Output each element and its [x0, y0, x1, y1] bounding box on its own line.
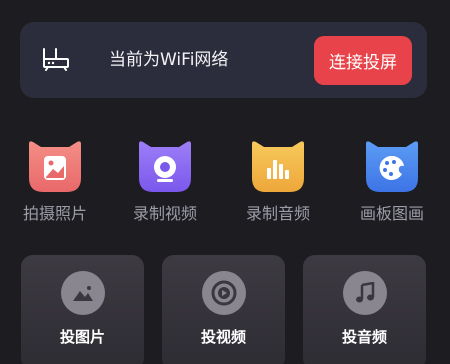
tool-label: 录制音频	[245, 204, 310, 223]
tool-record-audio[interactable]: 录制音频	[232, 138, 324, 230]
tool-label: 画板图画	[359, 204, 424, 223]
cast-video-card[interactable]: 投视频	[162, 255, 285, 364]
tool-label: 录制视频	[132, 204, 197, 223]
wifi-status-card: 当前为WiFi网络 连接投屏	[20, 22, 427, 98]
image-icon	[61, 271, 105, 315]
cast-audio-card[interactable]: 投音频	[303, 255, 426, 364]
wifi-network-text: 当前为WiFi网络	[109, 50, 229, 70]
video-disc-icon	[202, 271, 246, 315]
audio-bars-icon	[252, 141, 304, 192]
photo-icon	[29, 141, 81, 192]
palette-icon	[366, 141, 418, 192]
camera-icon	[139, 141, 191, 192]
tool-drawing-board[interactable]: 画板图画	[346, 138, 438, 230]
card-label: 投音频	[341, 328, 387, 346]
music-note-icon	[343, 271, 387, 315]
router-icon	[43, 48, 69, 71]
card-label: 投视频	[200, 328, 246, 346]
tool-take-photo[interactable]: 拍摄照片	[9, 138, 101, 230]
cast-image-card[interactable]: 投图片	[21, 255, 144, 364]
connect-cast-button[interactable]: 连接投屏	[314, 36, 412, 85]
tool-label: 拍摄照片	[22, 204, 87, 223]
card-label: 投图片	[59, 328, 105, 346]
tool-record-video[interactable]: 录制视频	[119, 138, 211, 230]
